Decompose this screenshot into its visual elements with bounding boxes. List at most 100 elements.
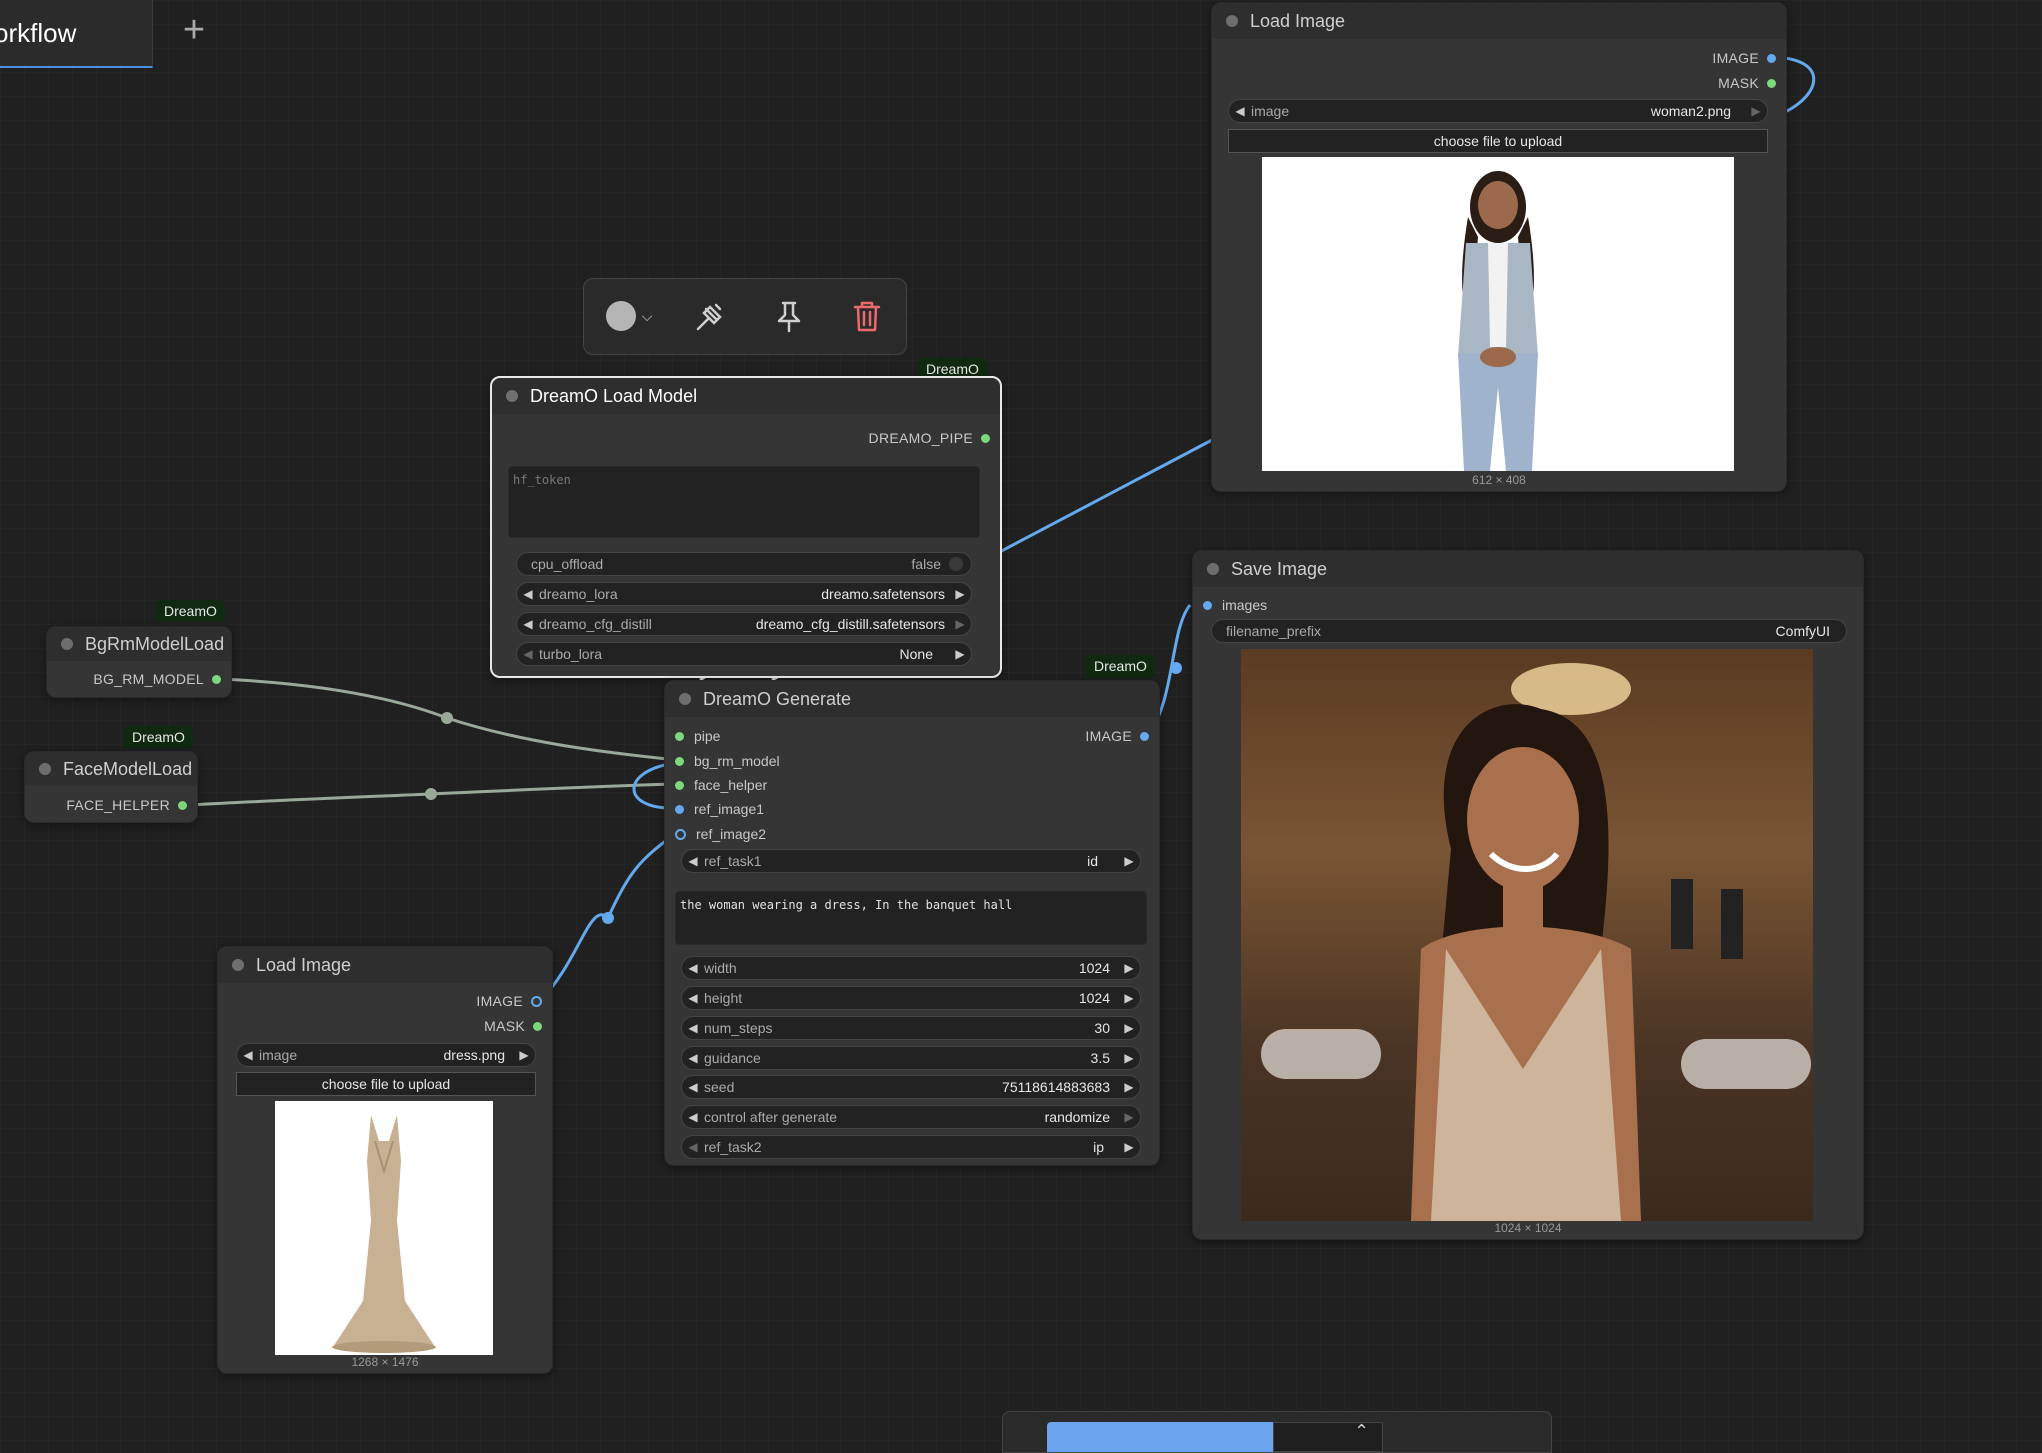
pin-button[interactable] <box>764 299 814 333</box>
output-slot-image[interactable] <box>1140 731 1149 741</box>
image-preview-woman <box>1262 157 1734 471</box>
output-slot-image[interactable] <box>1767 53 1776 63</box>
collapse-dot[interactable] <box>39 763 51 775</box>
dreamo-cfg-distill-select[interactable]: ◀ dreamo_cfg_distill dreamo_cfg_distill.… <box>516 612 972 636</box>
bypass-button[interactable] <box>684 299 734 333</box>
widget-value: woman2.png <box>1650 103 1731 119</box>
arrow-right-icon[interactable]: ▶ <box>513 1048 535 1062</box>
output-label: IMAGE <box>476 993 523 1009</box>
collapse-dot[interactable] <box>1226 15 1238 27</box>
cpu-offload-toggle[interactable]: cpu_offload false <box>516 552 972 576</box>
widget-value: dress.png <box>443 1047 505 1063</box>
arrow-left-icon[interactable]: ◀ <box>1229 104 1251 118</box>
input-slot-ref-image1[interactable] <box>675 804 684 814</box>
arrow-right-icon[interactable]: ▶ <box>1118 1080 1140 1094</box>
image-select[interactable]: ◀ image dress.png ▶ <box>236 1043 536 1067</box>
output-slot-mask[interactable] <box>533 1021 542 1031</box>
output-slot-dreamo-pipe[interactable] <box>981 433 990 443</box>
widget-label: width <box>704 960 737 976</box>
collapse-dot[interactable] <box>61 638 73 650</box>
arrow-left-icon[interactable]: ◀ <box>517 617 539 631</box>
arrow-right-icon[interactable]: ▶ <box>1118 961 1140 975</box>
arrow-left-icon[interactable]: ◀ <box>237 1048 259 1062</box>
hf-token-input[interactable]: hf_token <box>508 466 980 538</box>
input-label: ref_image1 <box>694 801 765 817</box>
output-slot-bg-rm-model[interactable] <box>212 674 221 684</box>
dreamo-generate-node[interactable]: DreamO Generate pipe bg_rm_model face_he… <box>664 680 1160 1166</box>
arrow-right-icon[interactable]: ▶ <box>1118 1051 1140 1065</box>
arrow-left-icon[interactable]: ◀ <box>682 1080 704 1094</box>
upload-button[interactable]: choose file to upload <box>1228 129 1768 153</box>
add-tab-button[interactable]: + <box>176 11 212 50</box>
num-steps-stepper[interactable]: ◀ num_steps 30 ▶ <box>681 1016 1141 1040</box>
collapse-dot[interactable] <box>506 390 518 402</box>
arrow-right-icon[interactable]: ▶ <box>1118 1021 1140 1035</box>
arrow-left-icon[interactable]: ◀ <box>682 854 704 868</box>
arrow-left-icon[interactable]: ◀ <box>682 1140 704 1154</box>
output-label: FACE_HELPER <box>66 797 170 813</box>
arrow-right-icon[interactable]: ▶ <box>949 647 971 661</box>
arrow-left-icon[interactable]: ◀ <box>682 1051 704 1065</box>
arrow-right-icon[interactable]: ▶ <box>949 587 971 601</box>
wire-ref-image1 <box>991 438 1213 558</box>
arrow-right-icon[interactable]: ▶ <box>1745 104 1767 118</box>
arrow-right-icon[interactable]: ▶ <box>1118 1140 1140 1154</box>
image-select[interactable]: ◀ image woman2.png ▶ <box>1228 99 1768 123</box>
arrow-left-icon[interactable]: ◀ <box>682 961 704 975</box>
arrow-left-icon[interactable]: ◀ <box>517 647 539 661</box>
input-slot-face-helper[interactable] <box>675 780 684 790</box>
widget-label: control after generate <box>704 1109 838 1125</box>
dreamo-load-model-node[interactable]: DreamO Load Model DREAMO_PIPE hf_token c… <box>490 376 1002 678</box>
widget-label: image <box>1251 103 1290 119</box>
filename-prefix-input[interactable]: filename_prefix ComfyUI <box>1211 619 1847 643</box>
arrow-right-icon[interactable]: ▶ <box>1118 991 1140 1005</box>
input-slot-images[interactable] <box>1203 600 1212 610</box>
prompt-textarea[interactable]: the woman wearing a dress, In the banque… <box>675 891 1147 945</box>
bgrm-model-load-node[interactable]: BgRmModelLoad BG_RM_MODEL <box>46 626 232 698</box>
dress-photo-illustration <box>332 1115 436 1353</box>
output-slot-face-helper[interactable] <box>178 800 187 810</box>
queue-options-button[interactable]: ⌃ <box>1273 1421 1383 1452</box>
turbo-lora-select[interactable]: ◀ turbo_lora None ▶ <box>516 642 972 666</box>
height-stepper[interactable]: ◀ height 1024 ▶ <box>681 986 1141 1010</box>
face-model-load-node[interactable]: FaceModelLoad FACE_HELPER <box>24 751 198 823</box>
output-slot-image[interactable] <box>531 995 542 1007</box>
delete-button[interactable] <box>842 299 892 333</box>
dreamo-lora-select[interactable]: ◀ dreamo_lora dreamo.safetensors ▶ <box>516 582 972 606</box>
arrow-right-icon[interactable]: ▶ <box>1118 854 1140 868</box>
image-dimensions: 1024 × 1024 <box>1494 1221 1562 1235</box>
seed-stepper[interactable]: ◀ seed 75118614883683 ▶ <box>681 1075 1141 1099</box>
widget-value: 3.5 <box>1090 1050 1110 1066</box>
queue-run-button[interactable] <box>1047 1422 1273 1452</box>
workflow-tab[interactable]: orkflow <box>0 0 153 68</box>
collapse-dot[interactable] <box>232 959 244 971</box>
guidance-stepper[interactable]: ◀ guidance 3.5 ▶ <box>681 1046 1141 1070</box>
arrow-right-icon[interactable]: ▶ <box>1118 1110 1140 1124</box>
save-image-node[interactable]: Save Image images filename_prefix ComfyU… <box>1192 550 1864 1240</box>
wire-ref-image2 <box>538 831 677 1003</box>
arrow-left-icon[interactable]: ◀ <box>682 1021 704 1035</box>
collapse-dot[interactable] <box>679 693 691 705</box>
arrow-right-icon[interactable]: ▶ <box>949 617 971 631</box>
control-after-generate-select[interactable]: ◀ control after generate randomize ▶ <box>681 1105 1141 1129</box>
widget-value: ComfyUI <box>1775 623 1830 639</box>
arrow-left-icon[interactable]: ◀ <box>682 1110 704 1124</box>
upload-button[interactable]: choose file to upload <box>236 1072 536 1096</box>
color-picker-button[interactable]: ⌵ <box>594 299 664 333</box>
input-slot-pipe[interactable] <box>675 731 684 741</box>
ref-task1-select[interactable]: ◀ ref_task1 id ▶ <box>681 849 1141 873</box>
output-slot-mask[interactable] <box>1767 78 1776 88</box>
widget-label: ref_task1 <box>704 853 762 869</box>
arrow-left-icon[interactable]: ◀ <box>517 587 539 601</box>
load-image-node-bottom[interactable]: Load Image IMAGE MASK ◀ image dress.png … <box>217 946 553 1374</box>
node-title: DreamO Load Model <box>530 385 698 406</box>
load-image-node-top[interactable]: Load Image IMAGE MASK ◀ image woman2.png… <box>1211 2 1787 492</box>
collapse-dot[interactable] <box>1207 563 1219 575</box>
arrow-left-icon[interactable]: ◀ <box>682 991 704 1005</box>
ref-task2-select[interactable]: ◀ ref_task2 ip ▶ <box>681 1135 1141 1159</box>
widget-value: id <box>1087 853 1098 869</box>
input-slot-bg-rm-model[interactable] <box>675 756 684 766</box>
width-stepper[interactable]: ◀ width 1024 ▶ <box>681 956 1141 980</box>
input-slot-ref-image2[interactable] <box>675 828 686 840</box>
input-label: ref_image2 <box>696 826 767 842</box>
